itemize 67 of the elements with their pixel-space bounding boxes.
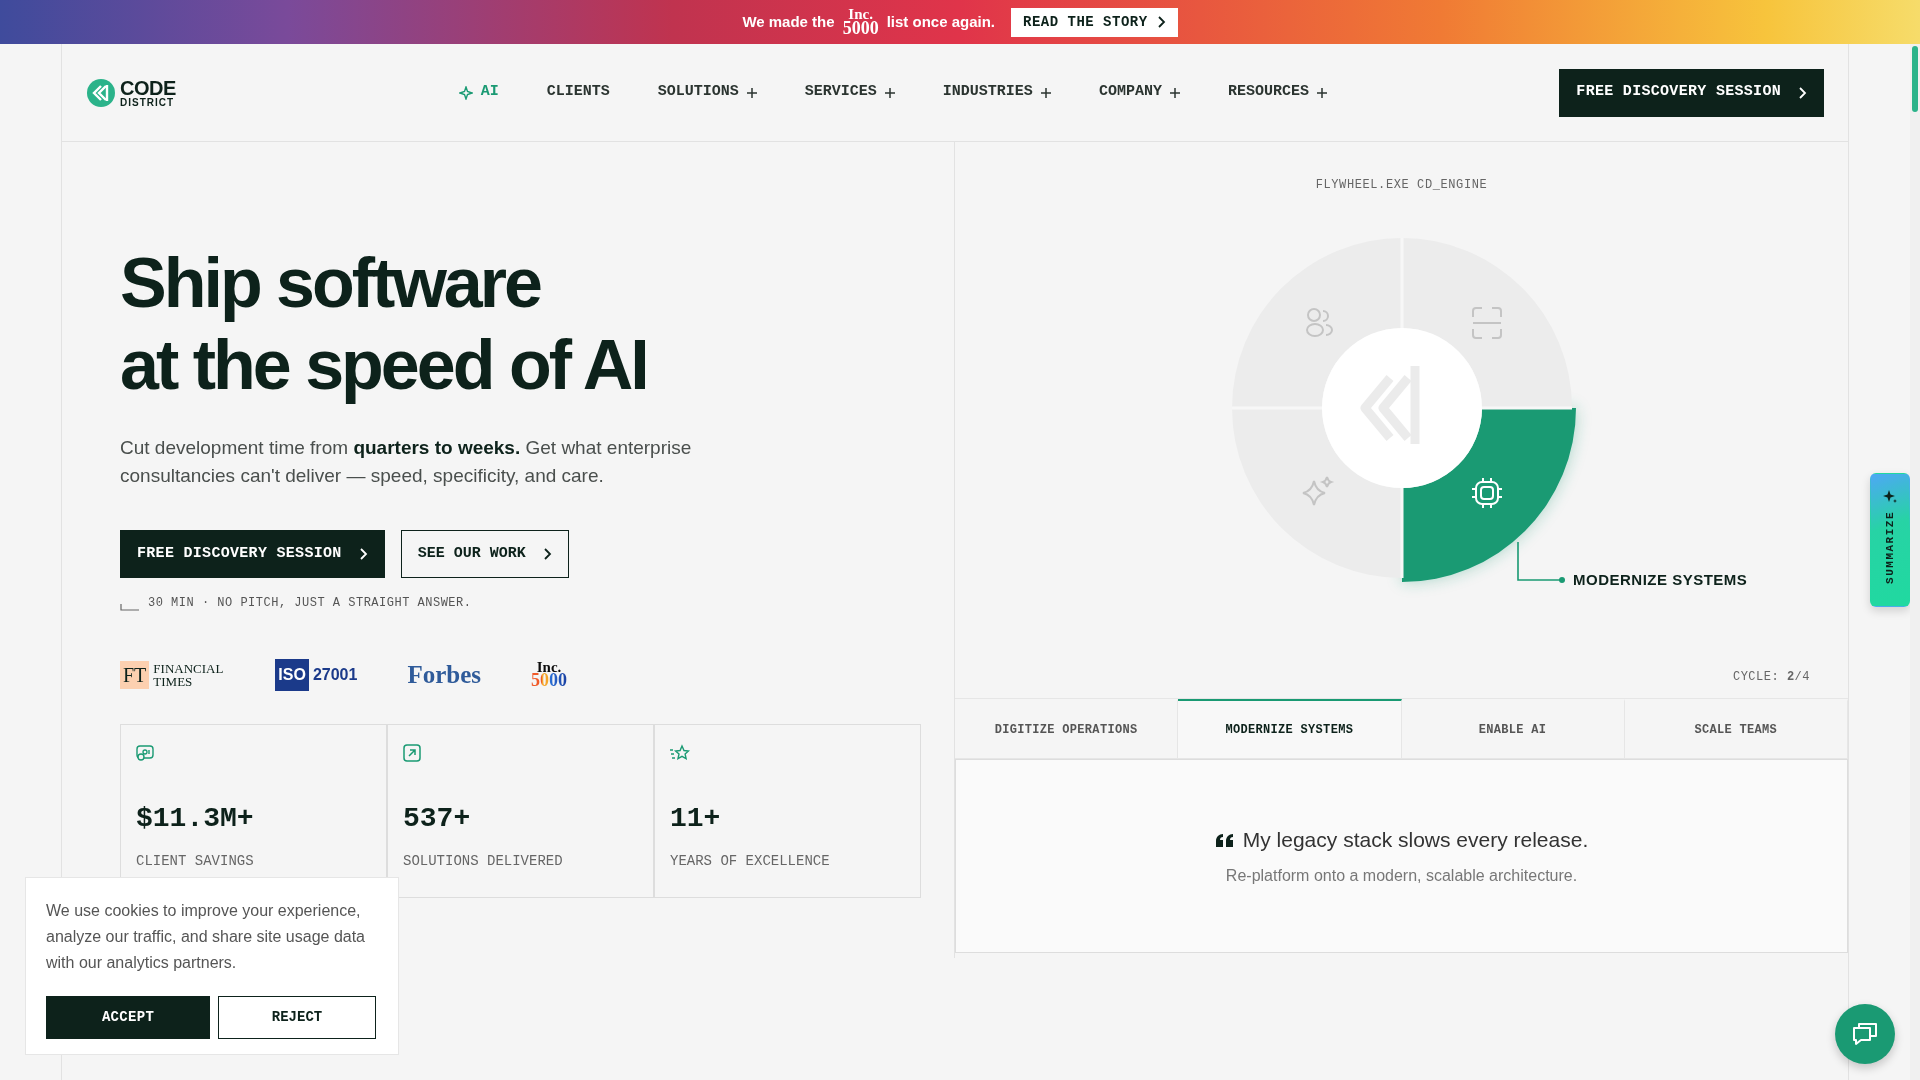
stat-value: 11+: [670, 804, 722, 833]
see-work-button[interactable]: SEE OUR WORK: [400, 530, 569, 578]
nav-link[interactable]: SOLUTIONS: [657, 77, 757, 108]
reject-button[interactable]: REJECT: [218, 996, 376, 1039]
chip-icon: [1471, 477, 1503, 509]
nav-link[interactable]: INDUSTRIES: [942, 77, 1051, 108]
iso-logo-mark: ISO: [275, 658, 309, 691]
quote-icon: [1214, 832, 1235, 848]
star-icon: [670, 744, 690, 763]
stat-value: $11.3M+: [136, 804, 255, 833]
ft-logo-mark: FT: [120, 660, 150, 689]
money-icon: [136, 744, 156, 763]
sparkle-icon: [458, 85, 473, 100]
nav-link[interactable]: CLIENTS: [546, 77, 610, 108]
chevron-right-icon: [541, 548, 552, 560]
people-icon: [1306, 308, 1333, 337]
quote-answer: Re-platform onto a modern, scalable architecture.: [1225, 865, 1578, 886]
iso-number: 27001: [312, 664, 358, 685]
nav-link[interactable]: RESOURCES: [1227, 77, 1327, 108]
ft-logo-name: FINANCIAL TIMES: [153, 661, 224, 688]
inc-logo: Inc. 5000: [842, 7, 879, 36]
stat-label: SOLUTIONS DELIVERED: [403, 851, 564, 871]
chat-button[interactable]: [1835, 1004, 1895, 1064]
arrow-box-icon: [403, 744, 423, 763]
sparkle-icon: [1302, 476, 1332, 506]
engine-caption: FLYWHEEL.EXE CD_ENGINE: [1315, 178, 1488, 192]
banner-text: list once again.: [886, 11, 995, 32]
sparkle-icon: [1883, 490, 1897, 503]
plus-icon: [1040, 87, 1051, 98]
read-story-button[interactable]: READ THE STORY: [1011, 7, 1178, 37]
summarize-tab[interactable]: SUMMARIZE: [1870, 473, 1910, 607]
cycle-counter: CYCLE: 2/4: [1732, 669, 1810, 686]
nav-link[interactable]: SERVICES: [804, 77, 895, 108]
plus-icon: [1169, 87, 1180, 98]
stat-value: 537+: [403, 804, 472, 833]
session-note: 30 MIN · NO PITCH, JUST A STRAIGHT ANSWER.: [148, 595, 472, 612]
chat-icon: [1851, 1020, 1879, 1048]
brand-subtitle: DISTRICT: [120, 97, 176, 108]
discovery-session-button[interactable]: FREE DISCOVERY SESSION: [1559, 68, 1824, 117]
chevron-right-icon: [357, 548, 368, 560]
hero-description: Cut development time from quarters to weeks. Get what enterprise consultancies can't deliver — speed, specificity, and care.: [120, 436, 693, 488]
segment-label: MODERNIZE SYSTEMS: [1573, 570, 1748, 590]
plus-icon: [746, 87, 757, 98]
stat-label: CLIENT SAVINGS: [136, 851, 255, 871]
accept-button[interactable]: ACCEPT: [46, 996, 210, 1039]
chevron-right-icon: [1797, 86, 1807, 99]
leader-line: [1517, 541, 1565, 583]
chevron-right-icon: [1155, 16, 1166, 28]
logo-icon: [86, 77, 116, 108]
wheel-segment[interactable]: [1402, 408, 1576, 582]
nav-link[interactable]: COMPANY: [1098, 77, 1180, 108]
brand-name: CODE: [120, 77, 176, 98]
headline-line: at the speed of AI: [120, 325, 648, 406]
scrollbar[interactable]: [1910, 44, 1920, 1080]
headline-line: Ship software: [120, 243, 542, 324]
cookie-message: We use cookies to improve your experience, analyze our traffic, and share site usage data with our analytics partners.: [46, 901, 366, 973]
quote-text: My legacy stack slows every release.: [1242, 827, 1589, 854]
scan-icon: [1472, 307, 1502, 339]
discovery-session-button[interactable]: FREE DISCOVERY SESSION: [120, 530, 385, 578]
plus-icon: [884, 87, 895, 98]
forbes-logo: Forbes: [407, 660, 481, 690]
banner-text: We made the: [742, 11, 835, 32]
stat-label: YEARS OF EXCELLENCE: [670, 851, 831, 871]
plus-icon: [1316, 87, 1327, 98]
tab[interactable]: MODERNIZE SYSTEMS: [1178, 699, 1402, 758]
corner-line-icon: [120, 604, 140, 612]
inc-logo: Inc. 5000: [531, 660, 567, 689]
